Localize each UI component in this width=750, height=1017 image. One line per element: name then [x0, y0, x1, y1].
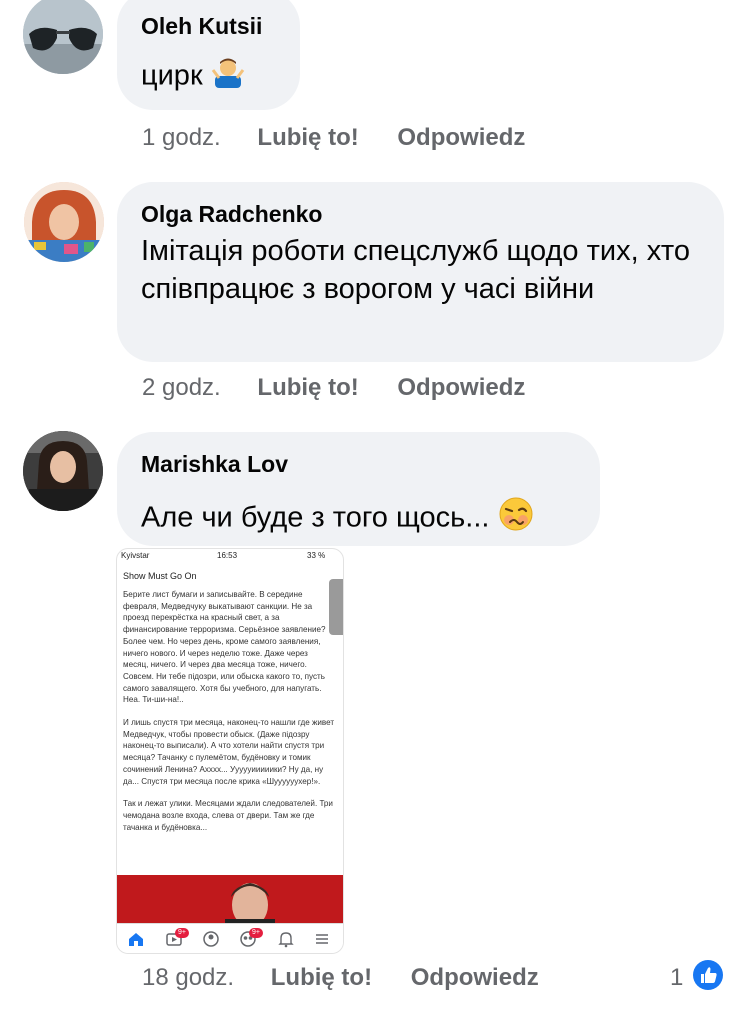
comment-meta: 1 godz. Lubię to! Odpowiedz — [142, 124, 525, 152]
avatar-marishka-lov[interactable] — [23, 431, 103, 511]
comment-text-content: цирк — [141, 59, 203, 92]
reply-button[interactable]: Odpowiedz — [397, 124, 525, 151]
bell-icon[interactable] — [277, 930, 295, 948]
status-carrier: Kyivstar — [121, 551, 150, 560]
comment-meta: 18 godz. Lubię to! Odpowiedz — [142, 964, 539, 992]
comment-time[interactable]: 2 godz. — [142, 374, 221, 401]
avatar-olga-radchenko[interactable] — [24, 182, 104, 262]
comment-author[interactable]: Olga Radchenko — [141, 201, 322, 228]
reply-button[interactable]: Odpowiedz — [397, 374, 525, 401]
comment-time[interactable]: 18 godz. — [142, 964, 234, 991]
like-button[interactable]: Lubię to! — [271, 964, 372, 991]
comment-meta: 2 godz. Lubię to! Odpowiedz — [142, 374, 525, 402]
person-thumbnail-image — [117, 875, 343, 923]
man-shrugging-emoji — [211, 56, 245, 98]
like-reaction-icon[interactable] — [693, 960, 723, 990]
woman-car-avatar-image — [23, 431, 103, 511]
comment-text: Але чи буде з того щось... — [141, 496, 534, 542]
comment-time[interactable]: 1 godz. — [142, 124, 221, 151]
sunglasses-avatar-image — [23, 0, 103, 74]
comment-text: цирк — [141, 56, 245, 98]
attachment-title: Show Must Go On — [123, 571, 197, 581]
comment-image-attachment[interactable]: Kyivstar 16:53 33 % Show Must Go On Бери… — [116, 548, 344, 954]
status-time: 16:53 — [217, 551, 238, 560]
notification-badge: 9+ — [175, 928, 189, 938]
video-thumbnail — [117, 875, 343, 923]
attachment-paragraph: Берите лист бумаги и записывайте. В сере… — [123, 590, 326, 705]
home-icon[interactable] — [127, 930, 145, 948]
status-battery: 33 % — [307, 551, 326, 560]
comment-author[interactable]: Marishka Lov — [141, 451, 288, 478]
comment-author[interactable]: Oleh Kutsii — [141, 13, 262, 40]
comment-text: Імітація роботи спецслужб щодо тих, хто … — [141, 235, 690, 305]
attachment-paragraph: Так и лежат улики. Месяцами ждали следов… — [123, 799, 333, 832]
avatar-oleh-kutsii[interactable] — [23, 0, 103, 74]
profile-icon[interactable] — [202, 930, 220, 948]
attachment-body: Берите лист бумаги и записывайте. В сере… — [123, 589, 335, 844]
reaction-count[interactable]: 1 — [670, 964, 683, 992]
attachment-paragraph: И лишь спустя три месяца, наконец-то наш… — [123, 718, 335, 786]
like-button[interactable]: Lubię to! — [257, 124, 358, 151]
menu-icon[interactable] — [313, 930, 331, 948]
reply-button[interactable]: Odpowiedz — [411, 964, 539, 991]
notification-badge: 9+ — [249, 928, 263, 938]
facebook-bottom-nav: 9+ 9+ — [117, 923, 343, 953]
like-button[interactable]: Lubię to! — [257, 374, 358, 401]
woozy-face-emoji — [498, 496, 534, 542]
side-tab-handle[interactable] — [329, 579, 343, 635]
comment-text-content: Але чи буде з того щось... — [141, 501, 490, 534]
woman-avatar-image — [24, 182, 104, 262]
